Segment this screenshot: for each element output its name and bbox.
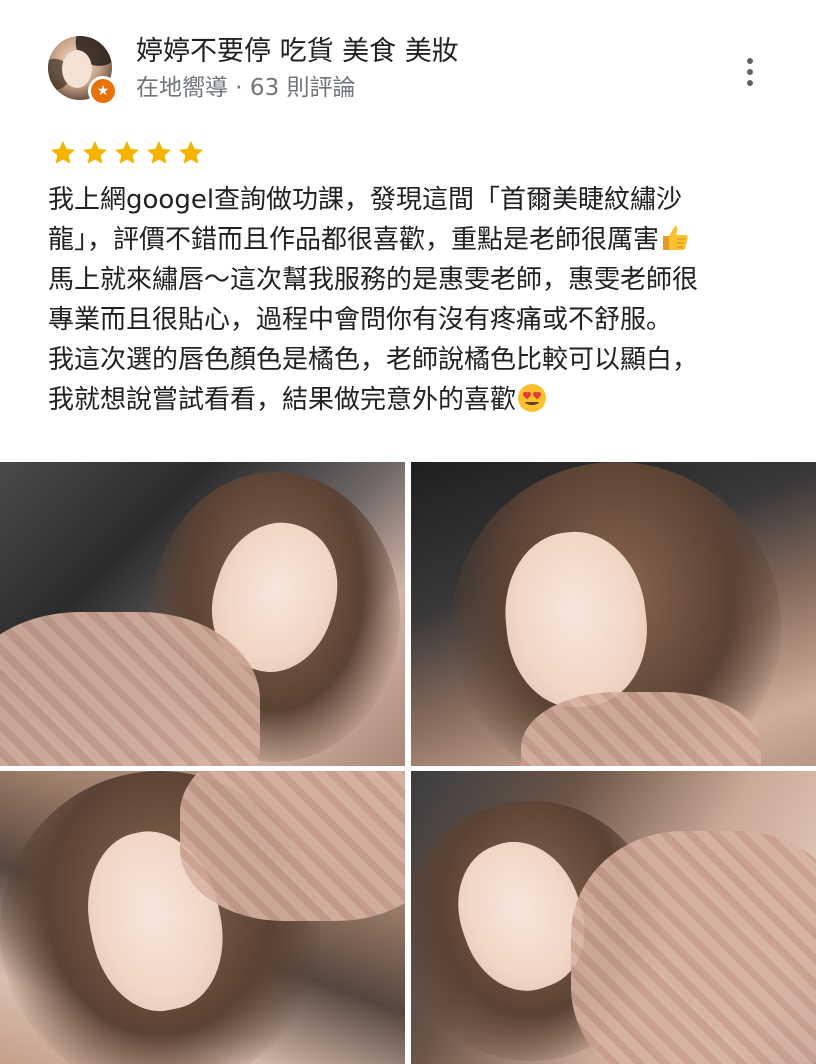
star-icon [144,138,174,168]
review-text: 我上網googel查詢做功課，發現這間「首爾美睫紋繡沙 龍」，評價不錯而且作品都… [48,180,768,420]
review-line: 我上網googel查詢做功課，發現這間「首爾美睫紋繡沙 [48,185,683,215]
local-guide-star-icon: ★ [88,76,118,106]
star-icon [176,138,206,168]
reviewer-name[interactable]: 婷婷不要停 吃貨 美食 美妝 [136,34,459,70]
star-icon [80,138,110,168]
star-rating [48,138,206,168]
reviewer-header: ★ 婷婷不要停 吃貨 美食 美妝 在地嚮導 · 63 則評論 [0,0,816,120]
review-line: 專業而且很貼心，過程中會問你有沒有疼痛或不舒服。 [48,305,673,335]
photo-sweater [571,831,816,1064]
review-photo-2[interactable] [411,462,816,766]
review-line: 馬上就來繡唇～這次幫我服務的是惠雯老師，惠雯老師很 [48,265,699,295]
review-photo-3[interactable] [0,771,405,1064]
review-photo-grid [0,462,816,1064]
review-line-text: 龍」，評價不錯而且作品都很喜歡，重點是老師很厲害 [48,225,660,255]
photo-sweater [0,612,260,766]
star-icon [112,138,142,168]
review-line: 我就想說嘗試看看，結果做完意外的喜歡 [48,380,768,420]
avatar-face [62,50,92,88]
more-vert-icon[interactable] [734,52,766,92]
star-icon [48,138,78,168]
review-photo-1[interactable] [0,462,405,766]
review-line: 我這次選的唇色顏色是橘色，老師說橘色比較可以顯白， [48,345,699,375]
heart-eyes-emoji [516,382,548,414]
photo-sweater [180,771,405,921]
review-line: 龍」，評價不錯而且作品都很喜歡，重點是老師很厲害 [48,220,768,260]
review-line-text: 我就想說嘗試看看，結果做完意外的喜歡 [48,385,517,415]
review-photo-4[interactable] [411,771,816,1064]
reviewer-meta: 在地嚮導 · 63 則評論 [136,75,356,101]
thumbs-up-emoji [659,222,691,254]
